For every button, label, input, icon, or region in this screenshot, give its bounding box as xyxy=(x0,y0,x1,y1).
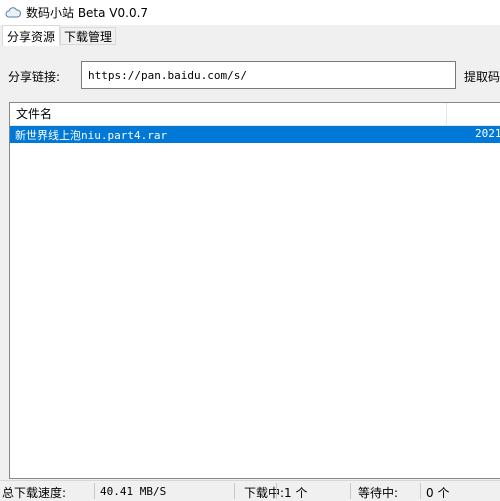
downloading-label: 下载中: xyxy=(244,486,285,500)
total-speed-label: 总下载速度: xyxy=(2,486,67,500)
status-divider xyxy=(350,483,351,499)
status-divider xyxy=(420,483,421,499)
column-header-date[interactable] xyxy=(447,103,500,125)
status-bar: 总下载速度: 40.41 MB/S 下载中: 1 个 等待中: 0 个 xyxy=(0,480,500,501)
status-divider xyxy=(94,483,95,499)
share-link-input[interactable] xyxy=(81,61,456,89)
window-title: 数码小站 Beta V0.0.7 xyxy=(26,6,149,20)
tab-share-resources[interactable]: 分享资源 xyxy=(2,25,60,47)
cloud-icon xyxy=(5,5,21,21)
file-date: 2021- xyxy=(475,127,500,140)
tab-download-manager[interactable]: 下载管理 xyxy=(60,27,116,45)
file-name: 新世界线上泡niu.part4.rar xyxy=(15,129,168,142)
share-link-label: 分享链接: xyxy=(8,70,61,84)
waiting-label: 等待中: xyxy=(358,486,399,500)
share-panel: 分享链接: 提取码 文件名 新世界线上泡niu.part4.rar 2021- xyxy=(0,46,500,480)
title-bar: 数码小站 Beta V0.0.7 xyxy=(0,0,500,25)
list-header: 文件名 xyxy=(10,103,500,126)
status-divider xyxy=(276,483,277,499)
extract-code-label: 提取码 xyxy=(464,70,500,84)
column-header-filename[interactable]: 文件名 xyxy=(10,103,447,125)
status-divider xyxy=(234,483,235,499)
total-speed-value: 40.41 MB/S xyxy=(100,485,167,498)
file-list[interactable]: 文件名 新世界线上泡niu.part4.rar 2021- xyxy=(9,102,500,479)
list-item[interactable]: 新世界线上泡niu.part4.rar 2021- xyxy=(10,126,500,143)
waiting-count: 0 个 xyxy=(426,486,450,500)
tab-strip: 分享资源 下载管理 xyxy=(0,25,500,47)
downloading-count: 1 个 xyxy=(284,486,308,500)
